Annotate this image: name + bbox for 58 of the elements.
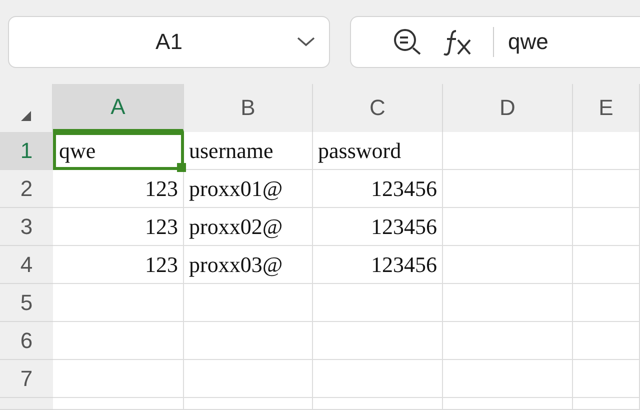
table-cell[interactable]: 123	[53, 170, 184, 208]
row-header[interactable]: 6	[0, 322, 53, 360]
empty-cell[interactable]	[573, 246, 640, 284]
empty-cell[interactable]	[573, 322, 640, 360]
column-header[interactable]: C	[313, 84, 443, 132]
empty-cell[interactable]	[184, 360, 313, 398]
table-cell[interactable]: 123	[53, 208, 184, 246]
select-all-icon[interactable]	[20, 110, 32, 122]
empty-cell[interactable]	[573, 170, 640, 208]
empty-cell[interactable]	[443, 170, 573, 208]
row-header[interactable]: 5	[0, 284, 53, 322]
empty-cell[interactable]	[443, 322, 573, 360]
row-header[interactable]: 2	[0, 170, 53, 208]
row-header[interactable]: 7	[0, 360, 53, 398]
empty-cell[interactable]	[313, 398, 443, 410]
table-cell[interactable]: qwe	[53, 132, 184, 170]
table-cell[interactable]: username	[184, 132, 313, 170]
empty-cell[interactable]	[443, 246, 573, 284]
empty-cell[interactable]	[443, 398, 573, 410]
chevron-down-icon	[297, 37, 315, 47]
empty-cell[interactable]	[573, 398, 640, 410]
column-header[interactable]: E	[573, 84, 640, 132]
empty-cell[interactable]	[184, 398, 313, 410]
formula-value: qwe	[508, 29, 548, 55]
empty-cell[interactable]	[443, 208, 573, 246]
row-header[interactable]: 1	[0, 132, 53, 170]
row-header[interactable]: 3	[0, 208, 53, 246]
table-cell[interactable]: 123456	[313, 170, 443, 208]
empty-cell[interactable]	[313, 360, 443, 398]
zoom-icon[interactable]	[393, 28, 423, 56]
table-cell[interactable]: proxx01@	[184, 170, 313, 208]
empty-cell[interactable]	[184, 284, 313, 322]
table-cell[interactable]: proxx03@	[184, 246, 313, 284]
empty-cell[interactable]	[573, 360, 640, 398]
column-header[interactable]: A	[53, 84, 184, 132]
table-cell[interactable]: proxx02@	[184, 208, 313, 246]
empty-cell[interactable]	[573, 208, 640, 246]
cell-reference: A1	[156, 29, 182, 55]
fill-handle[interactable]	[177, 163, 186, 172]
name-box[interactable]: A1	[8, 16, 330, 68]
formula-bar[interactable]: qwe	[350, 16, 640, 68]
table-cell[interactable]: 123	[53, 246, 184, 284]
empty-cell[interactable]	[573, 132, 640, 170]
column-header[interactable]: B	[184, 84, 313, 132]
row-header[interactable]: 4	[0, 246, 53, 284]
empty-cell[interactable]	[573, 284, 640, 322]
table-cell[interactable]: 123456	[313, 246, 443, 284]
table-cell[interactable]: 123456	[313, 208, 443, 246]
empty-cell[interactable]	[443, 284, 573, 322]
empty-cell[interactable]	[443, 360, 573, 398]
row-header[interactable]	[0, 398, 53, 410]
empty-cell[interactable]	[184, 322, 313, 360]
empty-cell[interactable]	[313, 284, 443, 322]
function-icon[interactable]	[443, 28, 473, 56]
empty-cell[interactable]	[313, 322, 443, 360]
column-header[interactable]: D	[443, 84, 573, 132]
empty-cell[interactable]	[443, 132, 573, 170]
table-cell[interactable]: password	[313, 132, 443, 170]
